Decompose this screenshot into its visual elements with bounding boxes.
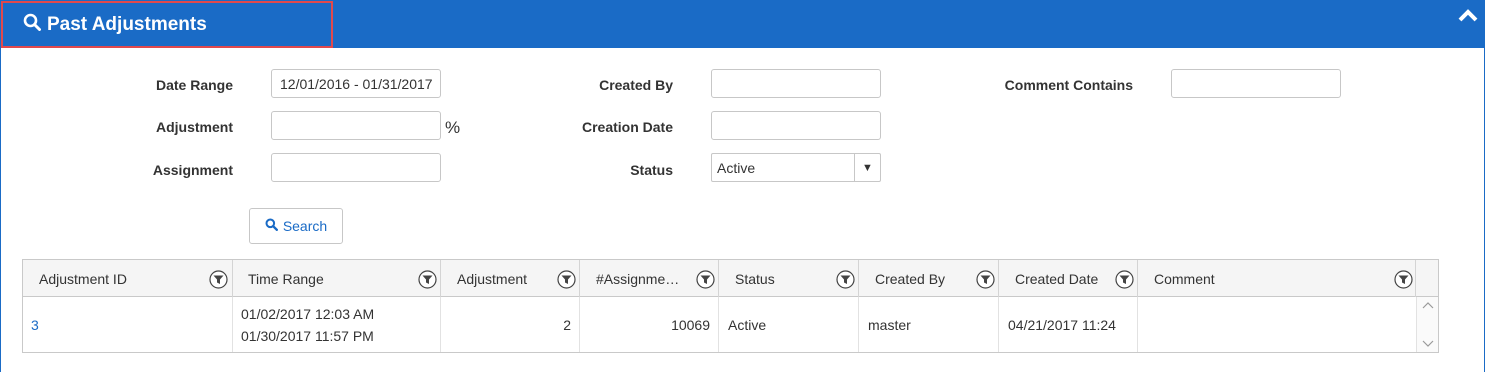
column-divider	[1137, 297, 1138, 352]
column-divider	[232, 297, 233, 352]
created-by-label: Created By	[599, 77, 673, 93]
status-select[interactable]: Active ▼	[711, 153, 881, 182]
filter-icon[interactable]	[557, 270, 576, 289]
column-header-label: Comment	[1154, 270, 1215, 287]
search-icon	[265, 218, 278, 234]
time-range-start: 01/02/2017 12:03 AM	[241, 306, 375, 322]
creation-date-label: Creation Date	[581, 119, 673, 135]
adjustment-field[interactable]	[271, 111, 441, 140]
scroll-down-icon	[1422, 340, 1434, 347]
caret-down-icon[interactable]: ▼	[854, 154, 880, 181]
column-header-label: Adjustment ID	[39, 270, 127, 287]
filter-icon[interactable]	[976, 270, 995, 289]
adjustment-cell: 2	[563, 317, 571, 333]
filter-icon[interactable]	[836, 270, 855, 289]
column-header-label: Adjustment	[457, 270, 528, 287]
assignment-label: Assignment	[152, 162, 233, 178]
comment-contains-field[interactable]	[1171, 69, 1341, 98]
column-header-label: #Assignme…	[596, 270, 680, 287]
assignments-cell: 10069	[671, 317, 710, 333]
date-range-field[interactable]	[271, 69, 441, 98]
column-header-time-range[interactable]: Time Range	[233, 260, 441, 297]
percent-unit: %	[445, 118, 461, 137]
panel-title-bar[interactable]: Past Adjustments	[1, 1, 333, 48]
search-button-label: Search	[282, 218, 328, 234]
column-header-comment[interactable]: Comment	[1138, 260, 1416, 297]
time-range-end: 01/30/2017 11:57 PM	[241, 328, 374, 344]
column-divider	[998, 297, 999, 352]
search-button[interactable]: Search	[249, 208, 343, 244]
status-cell: Active	[728, 317, 767, 333]
column-header-adjustment-id[interactable]: Adjustment ID	[23, 260, 233, 297]
filter-icon[interactable]	[1115, 270, 1134, 289]
comment-contains-label: Comment Contains	[1004, 77, 1133, 93]
column-divider	[858, 297, 859, 352]
search-icon	[23, 13, 41, 36]
filter-icon[interactable]	[418, 270, 437, 289]
panel-header: Past Adjustments	[0, 0, 1485, 48]
column-header-label: Status	[735, 270, 775, 287]
column-header-label: Created Date	[1015, 270, 1099, 287]
adjustment-label: Adjustment	[156, 119, 233, 135]
date-range-label: Date Range	[155, 77, 233, 93]
column-header-label: Created By	[875, 270, 946, 287]
adjustments-grid: Adjustment ID Time Range Adjustment #Ass…	[22, 259, 1439, 353]
created-by-cell: master	[868, 317, 911, 333]
column-header-label: Time Range	[248, 270, 324, 287]
filter-icon[interactable]	[696, 270, 715, 289]
adjustment-id-link[interactable]: 3	[31, 317, 39, 333]
assignment-field[interactable]	[271, 153, 441, 182]
scroll-up-icon	[1422, 302, 1434, 309]
grid-header-row: Adjustment ID Time Range Adjustment #Ass…	[23, 260, 1438, 297]
creation-date-field[interactable]	[711, 111, 881, 140]
column-divider	[718, 297, 719, 352]
filter-icon[interactable]	[209, 270, 228, 289]
grid-scrollbar[interactable]	[1416, 297, 1438, 352]
status-select-value: Active	[717, 159, 756, 176]
created-date-cell: 04/21/2017 11:24	[1008, 317, 1116, 333]
filter-icon[interactable]	[1394, 270, 1413, 289]
collapse-button[interactable]	[1457, 6, 1479, 24]
status-label: Status	[630, 162, 673, 178]
panel-title: Past Adjustments	[47, 13, 207, 35]
chevron-up-icon	[1458, 9, 1478, 22]
past-adjustments-panel: Past Adjustments Date Range Adjustment %…	[0, 0, 1485, 372]
created-by-field[interactable]	[711, 69, 881, 98]
